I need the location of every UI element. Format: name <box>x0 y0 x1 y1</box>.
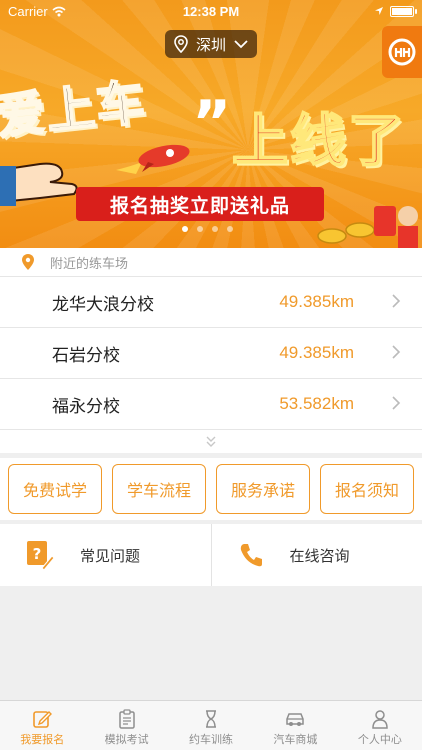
promo-banner[interactable]: 爱上车 ” 上线了 报名抽奖立即送礼品 深圳 <box>0 0 422 248</box>
tab-label: 个人中心 <box>357 733 402 746</box>
phone-icon <box>240 544 262 567</box>
app-screen: 爱上车 ” 上线了 报名抽奖立即送礼品 深圳 Carrier 12:38 PM … <box>0 0 422 750</box>
app-logo[interactable] <box>382 26 422 78</box>
service-promise-button[interactable]: 服务承诺 <box>216 464 310 514</box>
car-icon <box>286 713 305 726</box>
rocket-icon <box>112 140 192 184</box>
person-icon <box>372 710 388 729</box>
chevron-right-icon <box>392 343 422 364</box>
faq-label: 常见问题 <box>80 546 141 565</box>
tab-label: 模拟考试 <box>104 733 149 746</box>
tab-label: 我要报名 <box>20 733 65 746</box>
banner-quote-mark: ” <box>192 88 232 158</box>
banner-page-indicator[interactable] <box>182 226 233 232</box>
school-name: 福永分校 <box>52 396 120 417</box>
location-pin-icon <box>174 35 188 53</box>
clock: 12:38 PM <box>182 3 240 19</box>
enrollment-notes-button[interactable]: 报名须知 <box>320 464 414 514</box>
location-pin-icon <box>22 254 34 270</box>
double-chevron-down-icon <box>206 436 216 447</box>
page-dot <box>227 226 233 232</box>
tab-enroll[interactable]: 我要报名 <box>0 701 84 750</box>
chevron-right-icon <box>392 292 422 313</box>
battery-icon <box>390 5 417 17</box>
help-section: ? 常见问题 在线咨询 <box>0 524 422 586</box>
hourglass-icon <box>206 710 217 728</box>
coins-illustration <box>312 200 422 248</box>
list-item[interactable]: 福永分校 53.582km <box>0 378 422 429</box>
tab-mock-exam[interactable]: 模拟考试 <box>84 701 168 750</box>
tab-profile[interactable]: 个人中心 <box>338 701 422 750</box>
tab-car-mall[interactable]: 汽车商城 <box>253 701 337 750</box>
school-distance: 53.582km <box>279 394 354 413</box>
list-item[interactable]: 龙华大浪分校 49.385km <box>0 276 422 327</box>
banner-cta[interactable]: 报名抽奖立即送礼品 <box>76 187 324 221</box>
consult-label: 在线咨询 <box>289 546 350 565</box>
faq-button[interactable]: ? 常见问题 <box>0 524 211 586</box>
school-name: 石岩分校 <box>52 345 120 366</box>
nearby-header-label: 附近的练车场 <box>50 256 129 272</box>
school-distance: 49.385km <box>279 292 354 311</box>
page-dot <box>197 226 203 232</box>
question-doc-icon: ? <box>27 541 54 570</box>
city-name: 深圳 <box>195 35 226 54</box>
school-name: 龙华大浪分校 <box>52 294 154 315</box>
tab-label: 汽车商城 <box>273 733 318 746</box>
tab-label: 约车训练 <box>189 733 234 746</box>
clipboard-icon <box>118 709 135 729</box>
svg-text:?: ? <box>33 545 42 563</box>
expand-more-button[interactable] <box>0 429 422 453</box>
page-dot <box>212 226 218 232</box>
chevron-right-icon <box>392 394 422 415</box>
free-trial-button[interactable]: 免费试学 <box>8 464 102 514</box>
tab-booking[interactable]: 约车训练 <box>169 701 253 750</box>
school-distance: 49.385km <box>279 343 354 362</box>
tab-bar: 我要报名 模拟考试 约车训练 汽车商城 个人中心 <box>0 700 422 750</box>
consult-button[interactable]: 在线咨询 <box>210 524 422 586</box>
list-item[interactable]: 石岩分校 49.385km <box>0 327 422 378</box>
status-bar: Carrier 12:38 PM <box>0 0 422 22</box>
nearby-schools: 附近的练车场 龙华大浪分校 49.385km 石岩分校 49.385km 福永分… <box>0 248 422 453</box>
city-selector[interactable]: 深圳 <box>165 30 257 58</box>
nearby-header: 附近的练车场 <box>0 248 422 276</box>
quick-actions: 免费试学 学车流程 服务承诺 报名须知 <box>0 458 422 520</box>
learning-process-button[interactable]: 学车流程 <box>112 464 206 514</box>
banner-title-right: 上线了 <box>231 108 406 175</box>
edit-icon <box>33 711 53 728</box>
chevron-down-icon <box>234 39 248 48</box>
page-dot <box>182 226 188 232</box>
hand-illustration <box>0 150 80 224</box>
